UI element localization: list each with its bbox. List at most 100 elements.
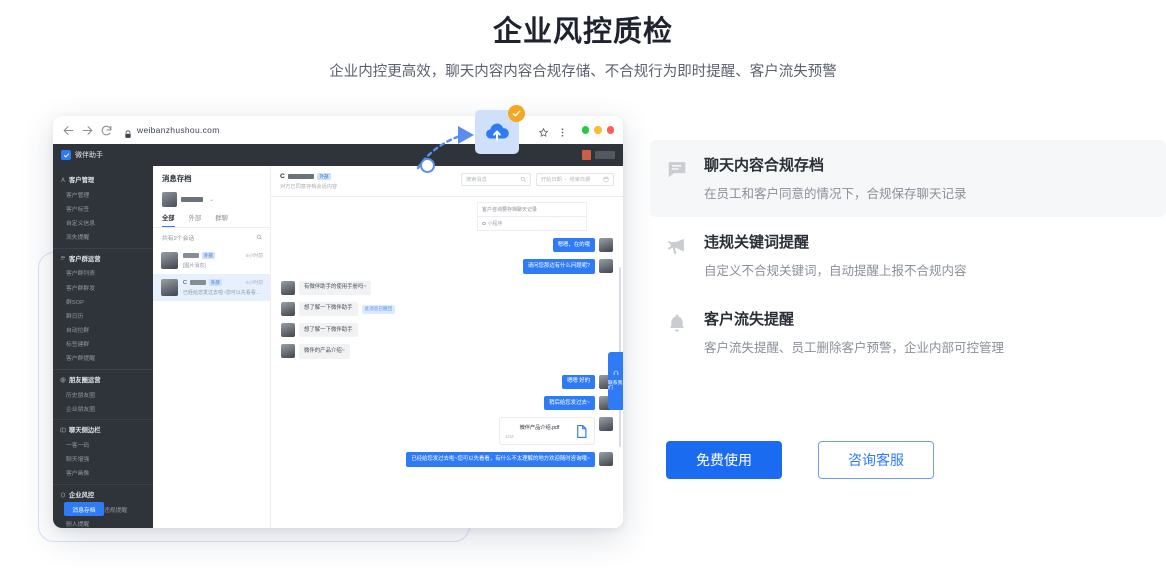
sidebar-group-title: 客户管理: [53, 173, 153, 187]
conversation-tabs[interactable]: 全部 外部 群聊: [153, 213, 270, 228]
message-preview: [图片消息]: [183, 262, 206, 269]
chat-contact-name-masked: [287, 173, 314, 180]
page-title: 企业风控质检: [492, 16, 673, 48]
calendar-icon: [603, 176, 609, 184]
sidebar-item-customer-mgmt[interactable]: 客户管理: [66, 187, 110, 201]
window-button-green[interactable]: [581, 126, 589, 134]
panel-title: 消息存档: [162, 174, 192, 183]
lock-icon: [124, 126, 132, 138]
message-bubble: 请问您那边有什么问题呢?: [522, 259, 595, 274]
sidebar-item-group-broadcast[interactable]: 客户群群发: [66, 280, 110, 294]
sidebar-group-group-ops: 客户群运营 客户群列表 客户群群发 群SOP 群日历 自动拉群 标签建群 客户群…: [53, 249, 153, 371]
sidebar-item-message-archive[interactable]: 消息存档: [64, 502, 104, 517]
sidebar-item-loss-alert[interactable]: 流失提醒: [66, 230, 110, 244]
file-card[interactable]: 微伴产品介绍.pdf 11M: [499, 417, 595, 446]
sidebar-item-customer-tag[interactable]: 客户标签: [66, 201, 110, 215]
sidebar-group-title: 朋友圈运营: [53, 373, 153, 387]
status-badge: 外部: [208, 279, 222, 286]
search-input[interactable]: 搜索消息: [461, 173, 531, 186]
browser-window: weibanzhushou.com 微伴助手 客户管理 客户管理 客户标签 自定…: [53, 116, 623, 528]
file-pdf-icon: [574, 423, 589, 440]
list-item[interactable]: 外部 6小时前 [图片消息]: [153, 247, 270, 274]
system-card: 客户咨询要存档聊天记录 小程序: [477, 202, 587, 231]
message-bubble: 稍后给您发过去~: [544, 396, 595, 411]
kebab-menu-icon[interactable]: [557, 125, 568, 137]
system-card-line2-label: 小程序: [487, 221, 503, 227]
feature-description: 自定义不合规关键词，自动提醒上报不合规内容: [704, 264, 967, 278]
notice-icon[interactable]: [582, 150, 591, 160]
list-item[interactable]: C 外部 6小时前 已经给您发过去啦~您可以先看看，…: [153, 274, 270, 301]
system-card-line1: 客户咨询要存档聊天记录: [477, 202, 587, 216]
bell-icon: [666, 312, 688, 334]
user-menu[interactable]: [595, 151, 615, 159]
message-incoming: 微伴的产品介绍~: [281, 344, 613, 359]
sidebar-item-group-remind[interactable]: 客户群提醒: [66, 351, 110, 365]
feature-heading: 聊天内容合规存档: [704, 157, 825, 174]
message-outgoing: 嗯嗯，在的哦: [281, 238, 613, 253]
chevron-down-icon[interactable]: ⌄: [209, 196, 214, 203]
sidebar-item-delete-alert[interactable]: 删人提醒: [66, 516, 110, 528]
message-thread[interactable]: 客户咨询要存档聊天记录 小程序 嗯嗯，在的哦 请问您那边有什么问题呢? 有微伴助…: [271, 197, 623, 528]
chat-pane: C 外部 对方已同意存档会话内容 搜索消息 开始日期 - 结束日期 客户咨询要存…: [271, 166, 623, 528]
contact-support-button[interactable]: 咨询客服: [818, 441, 934, 479]
sidebar-item-tag-group[interactable]: 标签建群: [66, 337, 110, 351]
avatar: [161, 252, 178, 269]
sidebar-item-chat-enhance[interactable]: 聊天增强: [66, 452, 110, 466]
feature-description: 客户流失提醒、员工删除客户预警，企业内部可控管理: [704, 341, 1005, 355]
reload-icon[interactable]: [100, 124, 113, 137]
app-logo-icon: [61, 150, 71, 160]
message-outgoing: 请问您那边有什么问题呢?: [281, 259, 613, 274]
sidebar-item-auto-group[interactable]: 自动拉群: [66, 323, 110, 337]
sidebar-group-label: 客户管理: [69, 177, 95, 184]
window-button-yellow[interactable]: [594, 126, 602, 134]
window-button-red[interactable]: [606, 126, 614, 134]
date-range-picker[interactable]: 开始日期 - 结束日期: [536, 173, 614, 186]
avatar: [281, 301, 295, 316]
shield-icon: [60, 491, 66, 498]
contact-us-tab[interactable]: 联系我们: [608, 352, 623, 410]
recall-tag: 此消息已撤回: [361, 304, 396, 314]
sidebar-item-corp-moments[interactable]: 企业朋友圈: [66, 401, 110, 415]
feature-heading: 违规关键词提醒: [704, 234, 810, 251]
contact-name: C: [183, 279, 187, 286]
search-icon: [520, 176, 526, 184]
file-size: 11M: [505, 434, 514, 440]
sidebar-group-label: 企业风控: [69, 492, 95, 499]
tab-all[interactable]: 全部: [162, 213, 175, 227]
search-icon[interactable]: [256, 234, 262, 242]
sidebar-item-group-sop[interactable]: 群SOP: [66, 294, 110, 308]
app-header: 微伴助手: [53, 144, 623, 166]
tab-external[interactable]: 外部: [189, 213, 202, 227]
app-sidebar[interactable]: 客户管理 客户管理 客户标签 自定义信息 流失提醒 客户群运营 客户群列表 客户…: [53, 166, 153, 528]
avatar: [161, 279, 178, 296]
app-header-actions: [582, 150, 615, 160]
date-range-separator: -: [564, 176, 567, 183]
search-placeholder: 搜索消息: [466, 177, 487, 183]
arrow-right-icon[interactable]: [81, 124, 94, 137]
sidebar-item-customer-profile[interactable]: 客户画像: [66, 466, 110, 480]
feature-item-churn-alert[interactable]: 客户流失提醒 客户流失提醒、员工删除客户预警，企业内部可控管理: [650, 294, 1166, 371]
sidebar-item-group-calendar[interactable]: 群日历: [66, 308, 110, 322]
sidebar-item-violation-alert[interactable]: 违规提醒: [104, 502, 148, 516]
system-card-line2: 小程序: [477, 216, 587, 231]
group-icon: [60, 255, 66, 261]
sidebar-item-history-moments[interactable]: 历史朋友圈: [66, 387, 110, 401]
arrow-left-icon[interactable]: [62, 124, 75, 137]
tab-group[interactable]: 群聊: [215, 213, 228, 227]
sidebar-item-custom-info[interactable]: 自定义信息: [66, 215, 110, 229]
sidebar-icon: [60, 427, 66, 433]
avatar: [281, 280, 295, 295]
star-icon[interactable]: [538, 125, 549, 137]
sidebar-item-group-list[interactable]: 客户群列表: [66, 266, 110, 280]
browser-toolbar: weibanzhushou.com: [53, 116, 623, 144]
free-trial-button[interactable]: 免费使用: [666, 441, 782, 479]
app-body: 客户管理 客户管理 客户标签 自定义信息 流失提醒 客户群运营 客户群列表 客户…: [53, 166, 623, 528]
account-selector[interactable]: ⌄: [153, 190, 270, 213]
feature-item-keyword-alert[interactable]: 违规关键词提醒 自定义不合规关键词，自动提醒上报不合规内容: [650, 217, 1166, 294]
message-incoming: 想了解一下微伴助手 此消息已撤回: [281, 301, 613, 317]
feature-item-archive[interactable]: 聊天内容合规存档 在员工和客户同意的情况下，合规保存聊天记录: [650, 140, 1166, 217]
sidebar-item-one-code[interactable]: 一客一码: [66, 437, 110, 451]
avatar: [281, 344, 295, 359]
message-file-attachment[interactable]: 微伴产品介绍.pdf 11M: [281, 417, 613, 446]
pointer-circle-icon: [420, 158, 435, 173]
